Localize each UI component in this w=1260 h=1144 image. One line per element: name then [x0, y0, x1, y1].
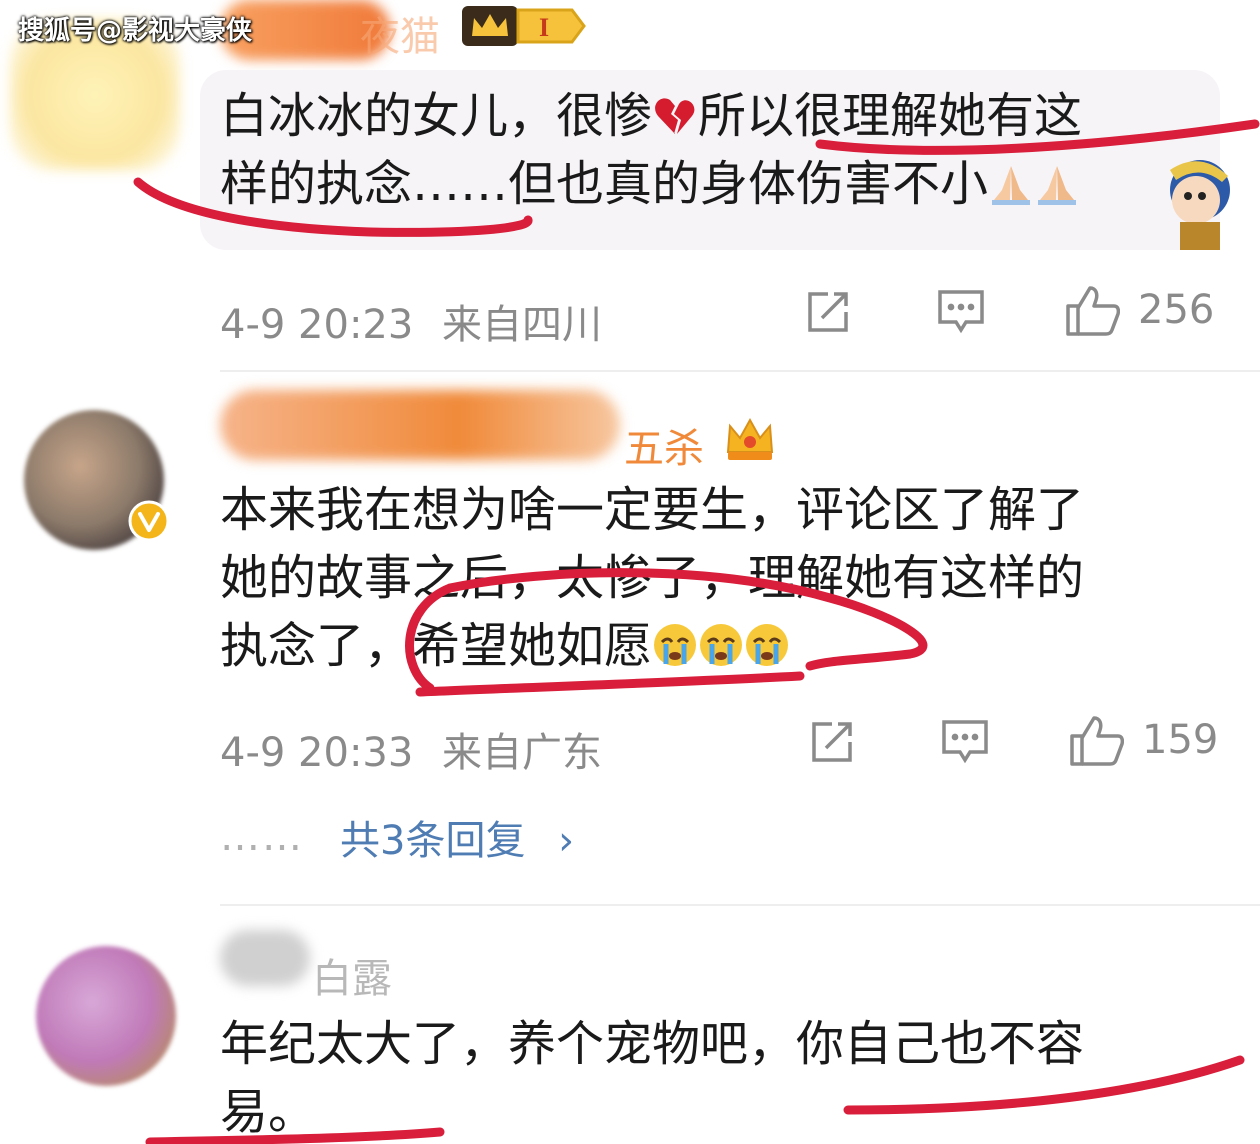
- comment-icon: [938, 290, 984, 334]
- crying-face-emoji: [700, 624, 743, 666]
- share-button[interactable]: [804, 288, 852, 336]
- comment-line-1: 白冰冰的女儿，很惨 所以很理解她有这: [220, 88, 1083, 144]
- comment-1: 夜猫 I 白冰冰的女儿，很惨 所以很理解她有这 样的执念……但也真的身体伤害不小 …: [0, 0, 1260, 370]
- comment-time: 4-9 20:33: [220, 730, 414, 776]
- comment-location: 来自四川: [442, 302, 603, 348]
- comment-button[interactable]: [936, 288, 986, 336]
- username-visible-part[interactable]: 五杀: [624, 416, 704, 474]
- praying-hands-emoji: [1038, 166, 1077, 205]
- comment-meta: 4-9 20:33 来自广东: [220, 720, 602, 778]
- crown-badge-icon: [726, 417, 774, 460]
- comment-line-3: 执念了，希望她如愿: [220, 612, 1180, 680]
- like-button[interactable]: 256: [1066, 284, 1214, 336]
- watermark: 搜狐号@影视大豪侠: [18, 16, 253, 46]
- comment-icon: [942, 720, 988, 764]
- comment-text: 本来我在想为啥一定要生，评论区了解了 她的故事之后，太惨了，理解她有这样的 执念…: [220, 476, 1180, 680]
- comment-line-1: 本来我在想为啥一定要生，评论区了解了: [220, 482, 1085, 538]
- share-icon: [808, 292, 848, 332]
- username-blurred: [220, 930, 310, 986]
- comment-location: 来自广东: [442, 730, 603, 776]
- username-blurred: [220, 390, 620, 460]
- girl-with-pearl-sticker: [1170, 160, 1230, 250]
- comment-line-2: 样的执念……但也真的身体伤害不小: [220, 150, 1180, 218]
- broken-heart-emoji: [655, 98, 695, 134]
- comment-time: 4-9 20:23: [220, 302, 414, 348]
- comment-button[interactable]: [940, 718, 990, 766]
- crying-face-emoji: [746, 624, 789, 666]
- thumbs-up-icon: [1070, 716, 1124, 766]
- comment-line-1: 年纪太大了，养个宠物吧，你自己也不容: [220, 1016, 1085, 1072]
- comment-text: 年纪太大了，养个宠物吧，你自己也不容 易。: [220, 1010, 1180, 1144]
- replies-label[interactable]: 共3条回复 ›: [340, 808, 574, 866]
- like-count: 159: [1142, 717, 1219, 763]
- like-button[interactable]: 159: [1070, 714, 1218, 766]
- username-visible-part[interactable]: 夜猫: [360, 4, 440, 62]
- chevron-right-icon: ›: [558, 818, 575, 864]
- verified-badge-icon: [128, 500, 170, 542]
- comment-text: 白冰冰的女儿，很惨 所以很理解她有这 样的执念……但也真的身体伤害不小: [220, 82, 1180, 218]
- thumbs-up-icon: [1066, 286, 1120, 336]
- share-icon: [812, 722, 852, 762]
- svg-text:I: I: [539, 13, 549, 42]
- comment-meta: 4-9 20:23 来自四川: [220, 292, 602, 350]
- comment-3: 白露 年纪太大了，养个宠物吧，你自己也不容 易。: [0, 906, 1260, 1144]
- view-replies-link[interactable]: …… 共3条回复 ›: [220, 808, 574, 866]
- replies-dots: ……: [220, 814, 304, 860]
- comment-line-2: 她的故事之后，太惨了，理解她有这样的: [220, 550, 1085, 606]
- praying-hands-emoji: [992, 166, 1031, 205]
- crying-face-emoji: [654, 624, 697, 666]
- username-visible-part[interactable]: 白露: [312, 946, 392, 1004]
- comment-2: 五杀 本来我在想为啥一定要生，评论区了解了 她的故事之后，太惨了，理解她有这样的…: [0, 372, 1260, 902]
- share-button[interactable]: [808, 718, 856, 766]
- like-count: 256: [1138, 287, 1215, 333]
- comment-line-2: 易。: [220, 1084, 317, 1140]
- crown-level-badge-icon: I: [462, 6, 586, 46]
- avatar-blurred[interactable]: [36, 946, 176, 1086]
